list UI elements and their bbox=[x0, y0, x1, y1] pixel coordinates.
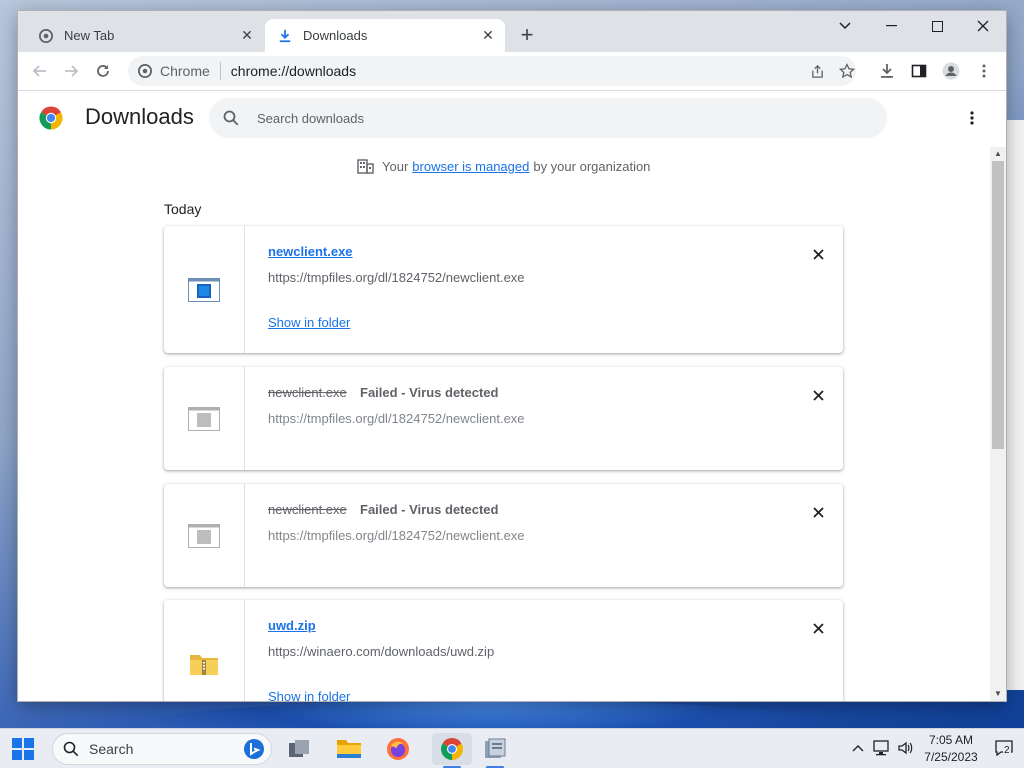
file-name-link[interactable]: newclient.exe bbox=[268, 244, 353, 259]
remove-item-icon[interactable] bbox=[808, 502, 828, 522]
download-item-failed: newclient.exe Failed - Virus detected ht… bbox=[164, 484, 843, 587]
close-tab-icon[interactable]: ✕ bbox=[238, 27, 256, 45]
remove-item-icon[interactable] bbox=[808, 244, 828, 264]
taskbar-search-box[interactable]: Search bbox=[52, 733, 272, 765]
building-icon bbox=[356, 157, 374, 175]
file-name-link[interactable]: uwd.zip bbox=[268, 618, 316, 633]
download-item: uwd.zip https://winaero.com/downloads/uw… bbox=[164, 600, 843, 701]
tab-search-chevron-icon[interactable] bbox=[822, 11, 868, 41]
network-icon[interactable] bbox=[873, 739, 891, 757]
tab-downloads[interactable]: Downloads ✕ bbox=[265, 19, 505, 52]
chrome-icon bbox=[38, 28, 54, 44]
file-name: newclient.exe bbox=[268, 502, 347, 517]
file-icon-column bbox=[164, 600, 245, 701]
bing-icon[interactable] bbox=[243, 738, 265, 763]
chrome-icon bbox=[138, 64, 152, 78]
downloads-page: Downloads Your browser is managed by you… bbox=[18, 91, 1006, 701]
close-window-button[interactable] bbox=[960, 11, 1006, 41]
scroll-up-arrow-icon[interactable]: ▲ bbox=[994, 149, 1002, 158]
clock-time: 7:05 AM bbox=[928, 733, 974, 747]
managed-link[interactable]: browser is managed bbox=[412, 159, 529, 174]
remove-item-icon[interactable] bbox=[808, 618, 828, 638]
browser-window: New Tab ✕ Downloads ✕ + Chrome chrome://… bbox=[18, 11, 1006, 701]
exe-file-icon bbox=[188, 523, 220, 548]
site-chip[interactable]: Chrome bbox=[128, 63, 210, 79]
download-icon bbox=[277, 28, 293, 44]
search-icon bbox=[221, 108, 241, 128]
download-item: newclient.exe https://tmpfiles.org/dl/18… bbox=[164, 226, 843, 353]
date-heading: Today bbox=[164, 201, 202, 217]
share-icon[interactable] bbox=[808, 62, 826, 80]
taskbar: Search 7:05 AM 7/25/2023 2 bbox=[0, 728, 1024, 768]
file-icon-column bbox=[164, 226, 245, 353]
file-url: https://tmpfiles.org/dl/1824752/newclien… bbox=[268, 270, 525, 285]
file-name: newclient.exe bbox=[268, 385, 347, 400]
chrome-logo-icon bbox=[39, 106, 63, 130]
profile-avatar-icon[interactable] bbox=[941, 61, 961, 81]
browser-toolbar: Chrome chrome://downloads bbox=[18, 52, 1006, 91]
new-tab-button[interactable]: + bbox=[516, 24, 538, 47]
clock-date: 7/25/2023 bbox=[924, 750, 978, 764]
search-bar[interactable] bbox=[209, 98, 887, 138]
taskbar-search-label: Search bbox=[89, 741, 134, 757]
side-panel-icon[interactable] bbox=[909, 61, 929, 81]
search-input[interactable] bbox=[255, 109, 859, 127]
page-title: Downloads bbox=[85, 104, 194, 129]
tab-new-tab[interactable]: New Tab ✕ bbox=[26, 19, 264, 52]
managed-prefix: Your bbox=[382, 158, 409, 174]
bookmark-star-icon[interactable] bbox=[838, 62, 856, 80]
file-explorer-icon[interactable] bbox=[333, 733, 365, 765]
scrollbar-thumb[interactable] bbox=[992, 161, 1004, 449]
file-url: https://tmpfiles.org/dl/1824752/newclien… bbox=[268, 528, 525, 543]
managed-notice: Your browser is managed by your organiza… bbox=[356, 157, 650, 175]
task-view-icon[interactable] bbox=[283, 733, 315, 765]
downloads-icon[interactable] bbox=[877, 61, 897, 81]
tab-label: New Tab bbox=[64, 28, 115, 43]
chrome-taskbar-icon[interactable] bbox=[432, 733, 472, 765]
zip-folder-icon bbox=[190, 654, 218, 675]
minimize-button[interactable] bbox=[868, 11, 914, 41]
volume-icon[interactable] bbox=[896, 739, 914, 757]
background-window-edge bbox=[1006, 120, 1024, 690]
omnibox[interactable]: Chrome chrome://downloads bbox=[128, 56, 856, 86]
menu-kebab-icon[interactable] bbox=[974, 61, 994, 81]
downloads-menu-kebab-icon[interactable] bbox=[962, 108, 982, 128]
file-url: https://tmpfiles.org/dl/1824752/newclien… bbox=[268, 411, 525, 426]
page-scrollbar[interactable]: ▲ ▼ bbox=[990, 147, 1006, 701]
reload-button[interactable] bbox=[92, 60, 114, 82]
page-header: Downloads bbox=[18, 91, 1006, 145]
notification-count-badge: 2 bbox=[1003, 745, 1011, 756]
start-button-windows-icon[interactable] bbox=[7, 733, 39, 765]
back-button[interactable] bbox=[29, 60, 51, 82]
omnibox-separator bbox=[219, 62, 221, 80]
firefox-icon[interactable] bbox=[382, 733, 414, 765]
notification-center-icon[interactable]: 2 bbox=[992, 739, 1016, 757]
show-in-folder-link[interactable]: Show in folder bbox=[268, 315, 350, 330]
system-clock[interactable]: 7:05 AM 7/25/2023 bbox=[918, 732, 984, 766]
site-chip-label: Chrome bbox=[160, 63, 210, 79]
file-icon-column bbox=[164, 484, 245, 587]
app-icon[interactable] bbox=[479, 733, 511, 765]
close-tab-icon[interactable]: ✕ bbox=[479, 27, 497, 45]
forward-button[interactable] bbox=[60, 60, 82, 82]
file-url: https://winaero.com/downloads/uwd.zip bbox=[268, 644, 495, 659]
status-text: Failed - Virus detected bbox=[360, 385, 499, 400]
managed-suffix: by your organization bbox=[533, 158, 651, 174]
scroll-down-arrow-icon[interactable]: ▼ bbox=[994, 689, 1002, 698]
omnibox-url[interactable]: chrome://downloads bbox=[231, 63, 356, 79]
remove-item-icon[interactable] bbox=[808, 385, 828, 405]
search-icon bbox=[63, 741, 79, 757]
tab-label: Downloads bbox=[303, 28, 368, 43]
maximize-button[interactable] bbox=[914, 11, 960, 41]
exe-file-icon bbox=[188, 277, 220, 302]
exe-file-icon bbox=[188, 406, 220, 431]
status-text: Failed - Virus detected bbox=[360, 502, 499, 517]
file-icon-column bbox=[164, 367, 245, 470]
download-item-failed: newclient.exe Failed - Virus detected ht… bbox=[164, 367, 843, 470]
show-in-folder-link[interactable]: Show in folder bbox=[268, 689, 350, 701]
tab-strip: New Tab ✕ Downloads ✕ + bbox=[18, 11, 1006, 52]
show-hidden-icons-chevron-icon[interactable] bbox=[849, 739, 867, 757]
